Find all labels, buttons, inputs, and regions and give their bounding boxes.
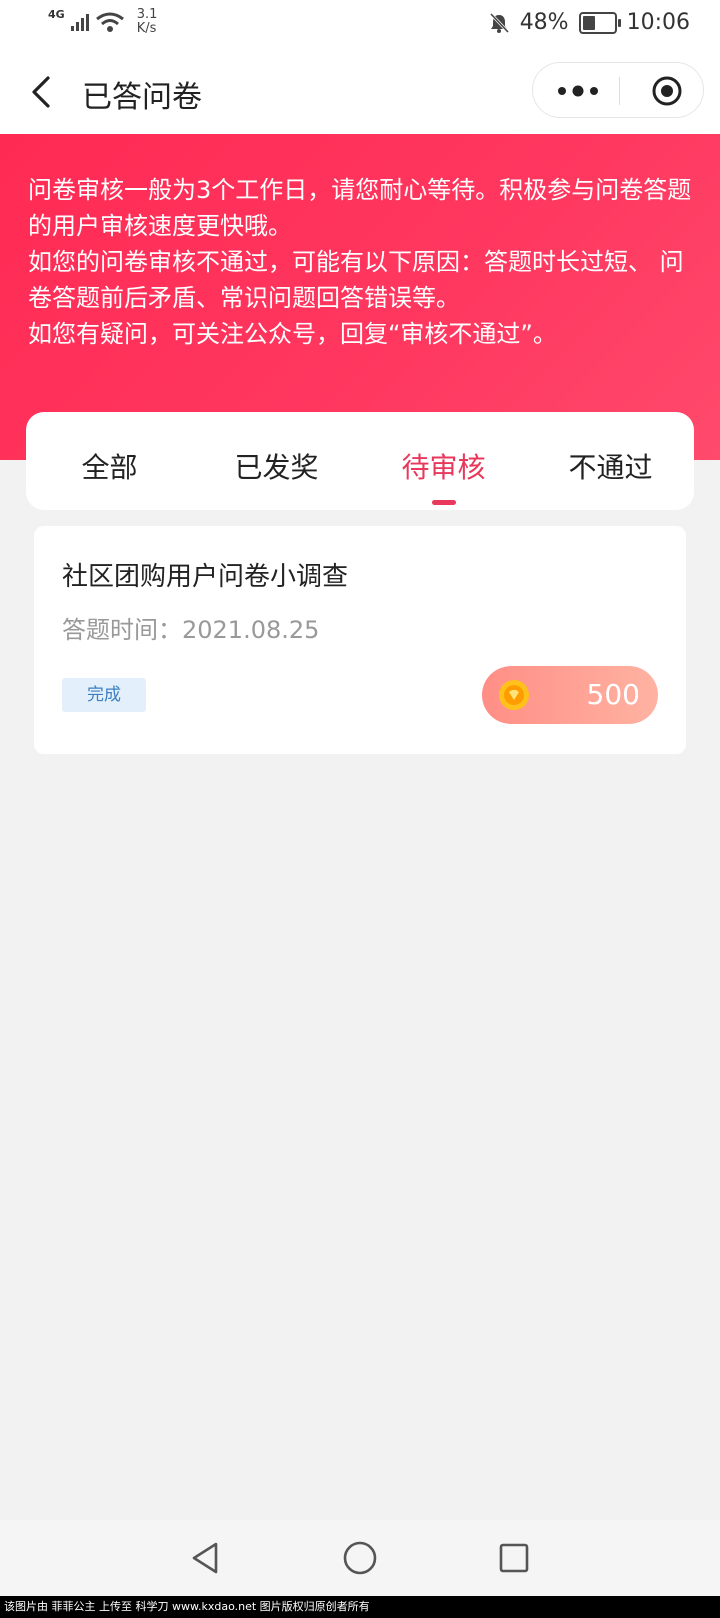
more-dots-icon[interactable] bbox=[553, 77, 603, 105]
clock: 10:06 bbox=[626, 10, 690, 35]
status-bar: 4G 3.1 K/s 48% 10:06 bbox=[0, 0, 720, 50]
signal-icon bbox=[70, 13, 89, 31]
survey-answer-time: 答题时间：2021.08.25 bbox=[62, 616, 320, 644]
status-right: 48% 10:06 bbox=[488, 10, 690, 35]
battery-fill bbox=[582, 15, 596, 30]
survey-card[interactable]: 社区团购用户问卷小调查 答题时间：2021.08.25 完成 500 bbox=[34, 526, 686, 754]
filter-tabs: 全部 已发奖 待审核 不通过 bbox=[26, 412, 694, 510]
square-recents-icon[interactable] bbox=[496, 1540, 532, 1576]
network-type: 4G bbox=[48, 7, 65, 21]
coin-icon bbox=[499, 680, 529, 710]
menu-capsule bbox=[532, 62, 704, 118]
target-icon[interactable] bbox=[651, 75, 683, 107]
active-tab-indicator bbox=[431, 500, 456, 505]
battery-percent: 48% bbox=[519, 10, 569, 35]
reward-amount: 500 bbox=[586, 678, 640, 711]
triangle-back-icon[interactable] bbox=[188, 1540, 224, 1576]
system-nav-bar bbox=[0, 1520, 720, 1596]
mute-bell-icon bbox=[489, 12, 509, 33]
tab-pending-review[interactable]: 待审核 bbox=[360, 412, 527, 510]
notice-line: 如您有疑问，可关注公众号，回复“审核不通过”。 bbox=[28, 320, 557, 348]
wifi-icon bbox=[95, 12, 124, 32]
reward-pill: 500 bbox=[482, 666, 658, 724]
tab-label: 全部 bbox=[81, 451, 138, 484]
capsule-divider bbox=[619, 77, 620, 105]
network-speed: 3.1 K/s bbox=[137, 8, 158, 36]
battery-icon bbox=[578, 11, 621, 34]
review-notice: 问卷审核一般为3个工作日，请您耐心等待。积极参与问卷答题的用户审核速度更快哦。 … bbox=[28, 172, 698, 352]
status-badge: 完成 bbox=[62, 678, 146, 712]
notice-line: 问卷审核一般为3个工作日，请您耐心等待。积极参与问卷答题的用户审核速度更快哦。 bbox=[28, 176, 692, 240]
notice-line: 如您的问卷审核不通过，可能有以下原因：答题时长过短、 问卷答题前后矛盾、常识问题… bbox=[28, 248, 684, 312]
tab-label: 已发奖 bbox=[234, 451, 319, 484]
survey-title: 社区团购用户问卷小调查 bbox=[62, 562, 349, 592]
speed-unit: K/s bbox=[136, 21, 157, 36]
tab-rejected[interactable]: 不通过 bbox=[527, 412, 694, 510]
page-title: 已答问卷 bbox=[82, 80, 202, 115]
tab-all[interactable]: 全部 bbox=[26, 412, 193, 510]
chevron-left-icon[interactable] bbox=[24, 70, 64, 114]
tab-label: 不通过 bbox=[568, 451, 653, 484]
speed-value: 3.1 bbox=[136, 7, 158, 22]
circle-home-icon[interactable] bbox=[342, 1540, 378, 1576]
tab-label: 待审核 bbox=[401, 451, 486, 484]
watermark-footer: 该图片由 菲菲公主 上传至 科学刀 www.kxdao.net 图片版权归原创者… bbox=[0, 1596, 720, 1618]
tab-rewarded[interactable]: 已发奖 bbox=[193, 412, 360, 510]
status-left: 4G 3.1 K/s bbox=[48, 8, 157, 36]
nav-bar: 已答问卷 bbox=[0, 50, 720, 134]
